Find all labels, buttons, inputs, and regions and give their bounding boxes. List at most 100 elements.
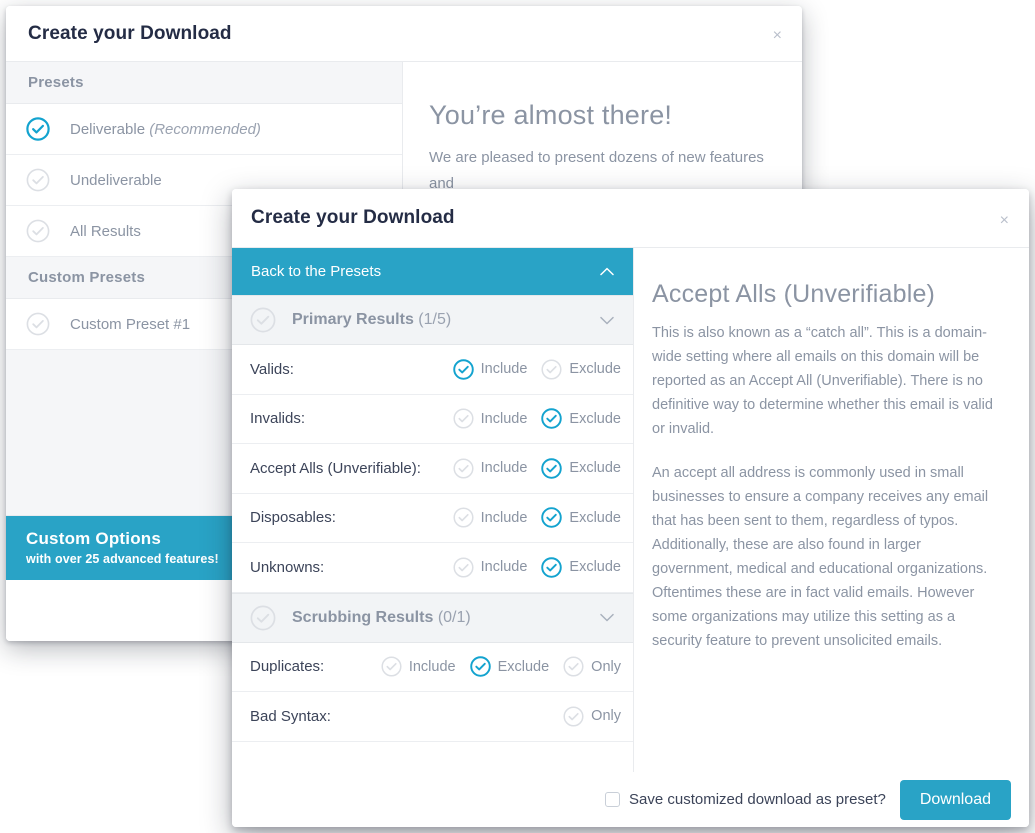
presets-section-heading: Presets [6, 62, 402, 104]
check-circle-icon-unselected [250, 605, 276, 631]
option-row-valids: Valids: Include Exclude [232, 345, 633, 395]
group-label: Scrubbing Results (0/1) [292, 608, 471, 626]
choice-include[interactable]: Include [453, 507, 528, 528]
group-header-scrubbing-results[interactable]: Scrubbing Results (0/1) [232, 592, 633, 643]
option-label: Invalids: [250, 410, 306, 428]
close-icon[interactable]: × [773, 28, 782, 44]
option-row-duplicates: Duplicates: Include Exclude Only [232, 642, 633, 692]
download-button[interactable]: Download [899, 779, 1011, 820]
preset-item-deliverable[interactable]: Deliverable (Recommended) [6, 104, 402, 155]
choice-label: Exclude [569, 509, 621, 526]
check-circle-icon-selected [541, 408, 563, 429]
back-to-presets-label: Back to the Presets [251, 263, 382, 280]
promo-title: You’re almost there! [429, 100, 673, 130]
preset-item-label: Custom Preset #1 [70, 315, 191, 333]
choice-label: Only [591, 658, 621, 675]
check-circle-icon-selected [541, 458, 563, 479]
choice-label: Include [480, 361, 528, 378]
group-header-primary-results[interactable]: Primary Results (1/5) [232, 295, 633, 345]
preset-item-note: (Recommended) [149, 120, 261, 138]
choice-label: Exclude [497, 658, 550, 675]
choice-label: Only [591, 708, 621, 725]
check-circle-icon-unselected [381, 656, 402, 677]
choice-exclude[interactable]: Exclude [541, 458, 621, 479]
checkbox-icon[interactable] [605, 792, 621, 807]
back-to-presets-button[interactable]: Back to the Presets [232, 248, 633, 295]
choice-label: Exclude [569, 559, 621, 576]
front-modal-footer: Save customized download as preset? Down… [232, 772, 1029, 827]
chevron-up-icon [600, 265, 614, 278]
choice-label: Include [480, 559, 528, 576]
check-circle-icon-unselected [563, 656, 584, 677]
screenshot-stage: Create your Download × Presets Deliverab… [0, 0, 1035, 833]
choice-include[interactable]: Include [381, 656, 456, 677]
option-label: Disposables: [250, 509, 336, 527]
choice-exclude[interactable]: Exclude [541, 408, 621, 429]
choice-exclude[interactable]: Exclude [541, 507, 621, 528]
option-row-invalids: Invalids: Include Exclude [232, 394, 633, 444]
option-label: Accept Alls (Unverifiable): [250, 459, 421, 477]
choice-label: Exclude [569, 361, 621, 378]
check-circle-icon-unselected [453, 557, 474, 578]
check-circle-icon-selected [26, 117, 50, 141]
description-title: Accept Alls (Unverifiable) [652, 280, 936, 308]
group-count: (0/1) [437, 608, 471, 626]
preset-item-label: Deliverable (Recommended) [70, 120, 261, 138]
check-circle-icon-selected [469, 656, 491, 677]
front-modal-body: Back to the Presets Primary Results (1/5… [232, 248, 1029, 772]
create-download-modal-foreground: Create your Download × Back to the Prese… [232, 189, 1029, 827]
choice-only[interactable]: Only [563, 656, 621, 677]
save-preset-label: Save customized download as preset? [629, 791, 886, 808]
options-column: Back to the Presets Primary Results (1/5… [232, 248, 634, 772]
preset-item-label: All Results [70, 222, 141, 240]
choice-label: Include [480, 410, 528, 427]
check-circle-icon-unselected [26, 168, 50, 192]
choice-exclude[interactable]: Exclude [541, 359, 621, 380]
option-label: Duplicates: [250, 658, 325, 676]
choice-label: Include [480, 509, 528, 526]
check-circle-icon-unselected [250, 307, 276, 333]
check-circle-icon-unselected [541, 359, 562, 380]
choice-exclude[interactable]: Exclude [541, 557, 621, 578]
front-modal-title: Create your Download [251, 207, 455, 228]
group-label: Primary Results (1/5) [292, 311, 452, 328]
choice-label: Include [408, 658, 456, 675]
option-row-accept-alls: Accept Alls (Unverifiable): Include Excl… [232, 444, 633, 494]
choice-label: Exclude [569, 460, 621, 477]
save-preset-checkbox-group[interactable]: Save customized download as preset? [605, 791, 886, 808]
check-circle-icon-selected [541, 507, 563, 528]
front-modal-header: Create your Download × [232, 189, 1029, 248]
choice-label: Exclude [569, 410, 621, 427]
check-circle-icon-unselected [26, 312, 50, 336]
option-label: Unknowns: [250, 558, 325, 576]
chevron-down-icon [600, 611, 614, 624]
check-circle-icon-unselected [453, 458, 474, 479]
option-row-unknowns: Unknowns: Include Exclude [232, 543, 633, 593]
check-circle-icon-selected [541, 557, 563, 578]
description-paragraph-1: This is also known as a “catch all”. Thi… [652, 325, 993, 437]
choice-label: Include [480, 460, 528, 477]
option-label: Valids: [250, 360, 294, 378]
option-row-bad-syntax: Bad Syntax: Only [232, 692, 633, 742]
description-column: Accept Alls (Unverifiable) This is also … [634, 248, 1029, 772]
choice-include[interactable]: Include [452, 359, 528, 380]
option-row-disposables: Disposables: Include Exclude [232, 493, 633, 543]
chevron-down-icon [600, 314, 614, 327]
choice-include[interactable]: Include [453, 557, 528, 578]
check-circle-icon-unselected [453, 408, 474, 429]
check-circle-icon-unselected [26, 219, 50, 243]
choice-include[interactable]: Include [453, 408, 528, 429]
check-circle-icon-unselected [453, 507, 474, 528]
preset-item-label: Undeliverable [70, 171, 162, 189]
choice-include[interactable]: Include [453, 458, 528, 479]
option-label: Bad Syntax: [250, 707, 331, 725]
group-count: (1/5) [418, 311, 452, 328]
choice-exclude[interactable]: Exclude [469, 656, 550, 677]
close-icon[interactable]: × [1000, 213, 1009, 229]
check-circle-icon-selected [452, 359, 474, 380]
check-circle-icon-unselected [563, 706, 584, 727]
description-paragraph-2: An accept all address is commonly used i… [652, 465, 989, 649]
promo-line-1: We are pleased to present dozens of new … [429, 149, 764, 192]
choice-only[interactable]: Only [563, 706, 621, 727]
back-modal-header: Create your Download × [6, 6, 802, 62]
